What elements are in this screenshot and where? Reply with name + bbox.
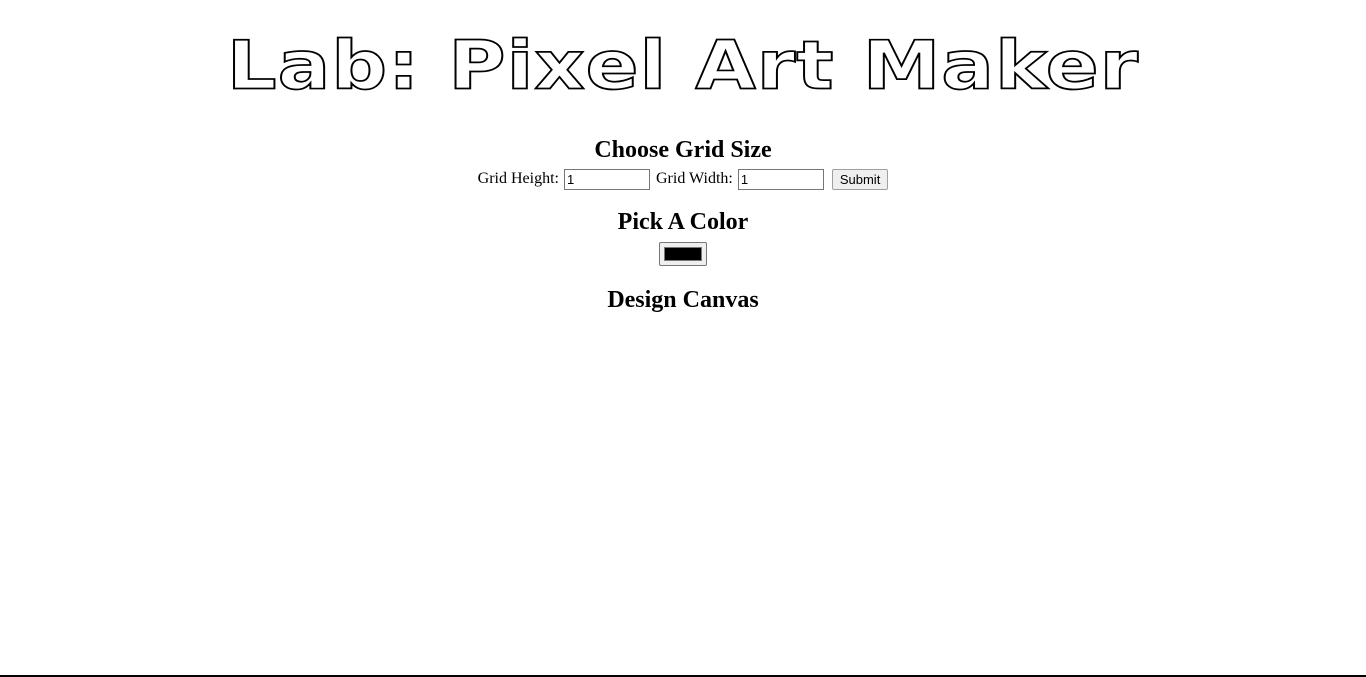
color-picker[interactable]	[659, 242, 707, 266]
pick-color-heading: Pick A Color	[617, 209, 749, 235]
design-canvas-heading: Design Canvas	[607, 287, 759, 313]
size-picker-form: Grid Height: Grid Width: Submit	[0, 168, 1366, 190]
submit-button[interactable]: Submit	[831, 168, 889, 190]
color-swatch	[664, 247, 702, 261]
grid-height-label: Grid Height:	[477, 170, 559, 187]
color-picker-wrap	[0, 242, 1366, 268]
grid-size-heading: Choose Grid Size	[594, 137, 772, 163]
grid-width-input[interactable]	[737, 168, 824, 190]
page-title-text: Lab: Pixel Art Maker	[226, 27, 1140, 105]
grid-width-label: Grid Width:	[656, 170, 733, 187]
page-title: Lab: Pixel Art Maker	[0, 0, 1366, 110]
grid-height-input[interactable]	[564, 168, 650, 190]
page: Lab: Pixel Art Maker Choose Grid Size Gr…	[0, 0, 1366, 322]
